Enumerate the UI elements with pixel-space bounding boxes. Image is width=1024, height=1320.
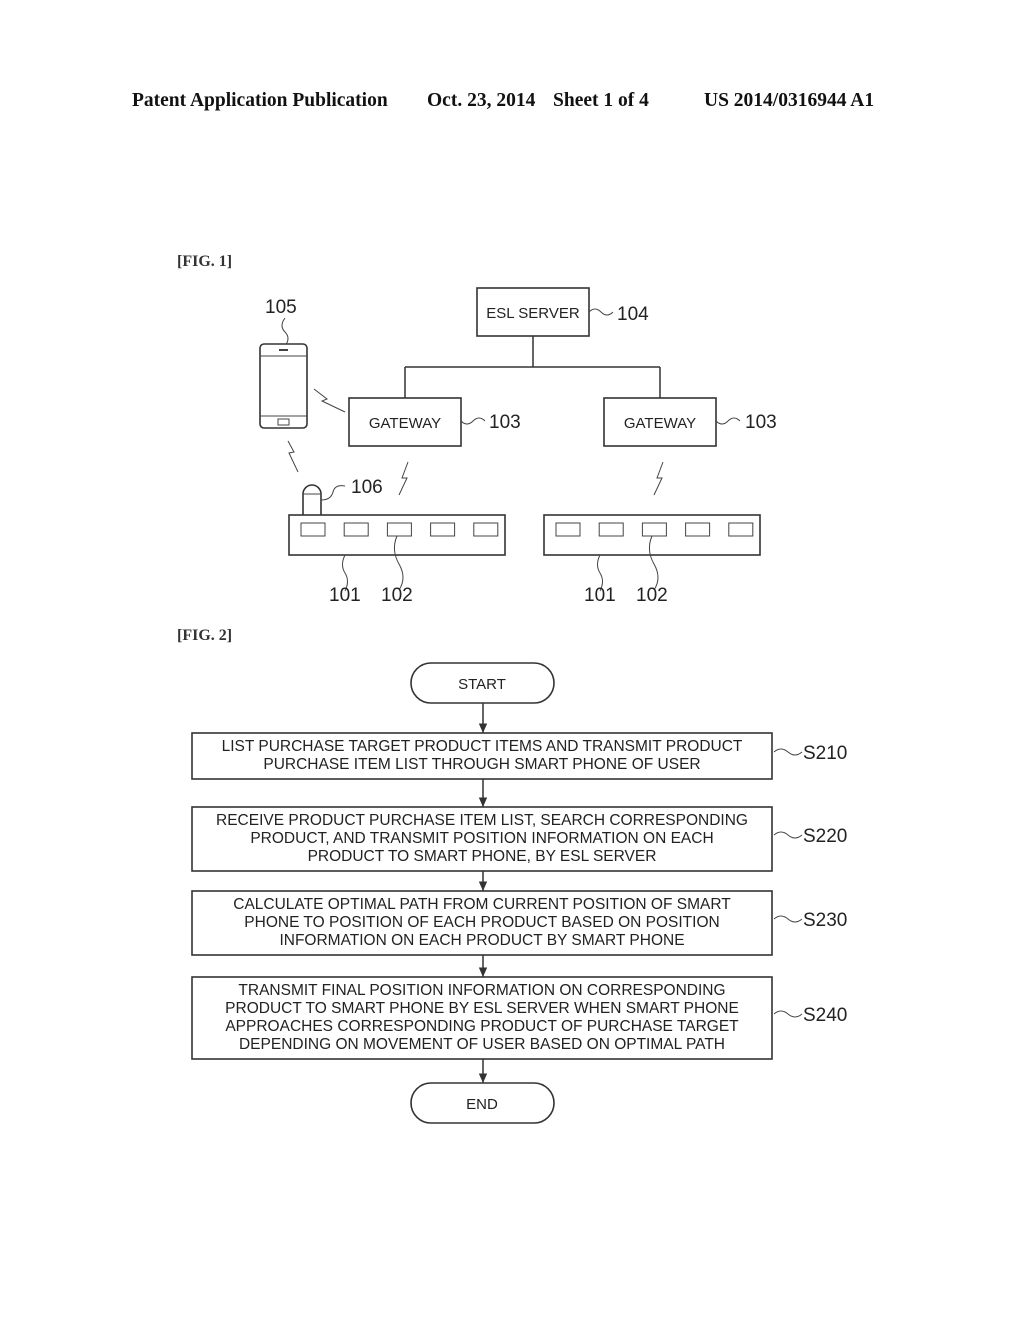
shelf-ref: 101 <box>584 585 616 606</box>
wireless-signal-icon <box>287 440 299 473</box>
esl-server-node: ESL SERVER 104 <box>476 287 649 337</box>
leader-line <box>773 915 803 923</box>
leader-line <box>320 485 346 501</box>
figures-drawing: ESL SERVER 104 GATEWAY 103 GATEWAY 103 1… <box>191 287 847 1124</box>
step-text-line: PRODUCT TO SMART PHONE BY ESL SERVER WHE… <box>225 1000 739 1017</box>
shelf-body <box>288 514 506 556</box>
leader-line <box>281 317 289 347</box>
reader-device: 106 <box>302 477 383 515</box>
step-text-line: PRODUCT TO SMART PHONE, BY ESL SERVER <box>308 848 657 865</box>
shelf-right: 101 102 <box>543 514 761 606</box>
flow-step: RECEIVE PRODUCT PURCHASE ITEM LIST, SEAR… <box>191 779 847 872</box>
step-text-line: CALCULATE OPTIMAL PATH FROM CURRENT POSI… <box>233 896 731 913</box>
leader-line <box>588 308 614 316</box>
server-gateway-connector <box>404 336 661 398</box>
gateway-left-ref: 103 <box>489 412 521 433</box>
start-label: START <box>458 676 506 693</box>
fig2-flowchart: START LIST PURCHASE TARGET PRODUCT ITEMS… <box>191 662 847 1124</box>
step-text-line: RECEIVE PRODUCT PURCHASE ITEM LIST, SEAR… <box>216 812 748 829</box>
leader-line <box>773 831 803 839</box>
speaker-icon <box>279 349 288 351</box>
leader-line <box>773 1010 803 1018</box>
step-ref: S210 <box>803 743 847 764</box>
esl-server-ref: 104 <box>617 304 649 325</box>
smartphone: 105 <box>259 297 308 429</box>
step-ref: S220 <box>803 826 847 847</box>
step-text-line: APPROACHES CORRESPONDING PRODUCT OF PURC… <box>225 1018 739 1035</box>
smartphone-body <box>259 343 308 429</box>
step-text-line: INFORMATION ON EACH PRODUCT BY SMART PHO… <box>279 932 684 949</box>
wireless-signal-icon <box>313 388 346 413</box>
gateway-right-ref: 103 <box>745 412 777 433</box>
leader-line <box>715 417 741 425</box>
gateway-right-label: GATEWAY <box>624 415 696 432</box>
leader-line <box>773 748 803 756</box>
step-text-line: PRODUCT, AND TRANSMIT POSITION INFORMATI… <box>250 830 713 847</box>
esl-server-label: ESL SERVER <box>486 305 580 322</box>
step-ref: S230 <box>803 910 847 931</box>
flow-step: CALCULATE OPTIMAL PATH FROM CURRENT POSI… <box>191 871 847 956</box>
end-label: END <box>466 1096 498 1113</box>
tag-ref: 102 <box>381 585 413 606</box>
leader-line <box>460 417 486 425</box>
gateway-left-node: GATEWAY 103 <box>348 397 521 447</box>
flow-steps: LIST PURCHASE TARGET PRODUCT ITEMS AND T… <box>191 703 847 1083</box>
tag-ref: 102 <box>636 585 668 606</box>
reader-ref: 106 <box>351 477 383 498</box>
shelf-ref: 101 <box>329 585 361 606</box>
step-text-line: PHONE TO POSITION OF EACH PRODUCT BASED … <box>244 914 719 931</box>
step-text-line: DEPENDING ON MOVEMENT OF USER BASED ON O… <box>239 1036 725 1053</box>
shelf-left: 101 102 <box>288 514 506 606</box>
gateway-right-node: GATEWAY 103 <box>603 397 777 447</box>
step-text-line: PURCHASE ITEM LIST THROUGH SMART PHONE O… <box>263 756 700 773</box>
start-terminal: START <box>410 662 555 704</box>
wireless-signal-icon <box>398 461 409 496</box>
shelf-body <box>543 514 761 556</box>
step-ref: S240 <box>803 1005 847 1026</box>
smartphone-ref: 105 <box>265 297 297 318</box>
flow-step: LIST PURCHASE TARGET PRODUCT ITEMS AND T… <box>191 703 847 780</box>
gateway-left-label: GATEWAY <box>369 415 441 432</box>
reader-body <box>302 484 322 515</box>
step-text-line: LIST PURCHASE TARGET PRODUCT ITEMS AND T… <box>222 738 743 755</box>
flow-step: TRANSMIT FINAL POSITION INFORMATION ON C… <box>191 955 847 1060</box>
fig1-diagram: ESL SERVER 104 GATEWAY 103 GATEWAY 103 1… <box>259 287 777 606</box>
wireless-signal-icon <box>653 461 664 496</box>
step-text-line: TRANSMIT FINAL POSITION INFORMATION ON C… <box>238 982 725 999</box>
end-terminal: END <box>410 1082 555 1124</box>
